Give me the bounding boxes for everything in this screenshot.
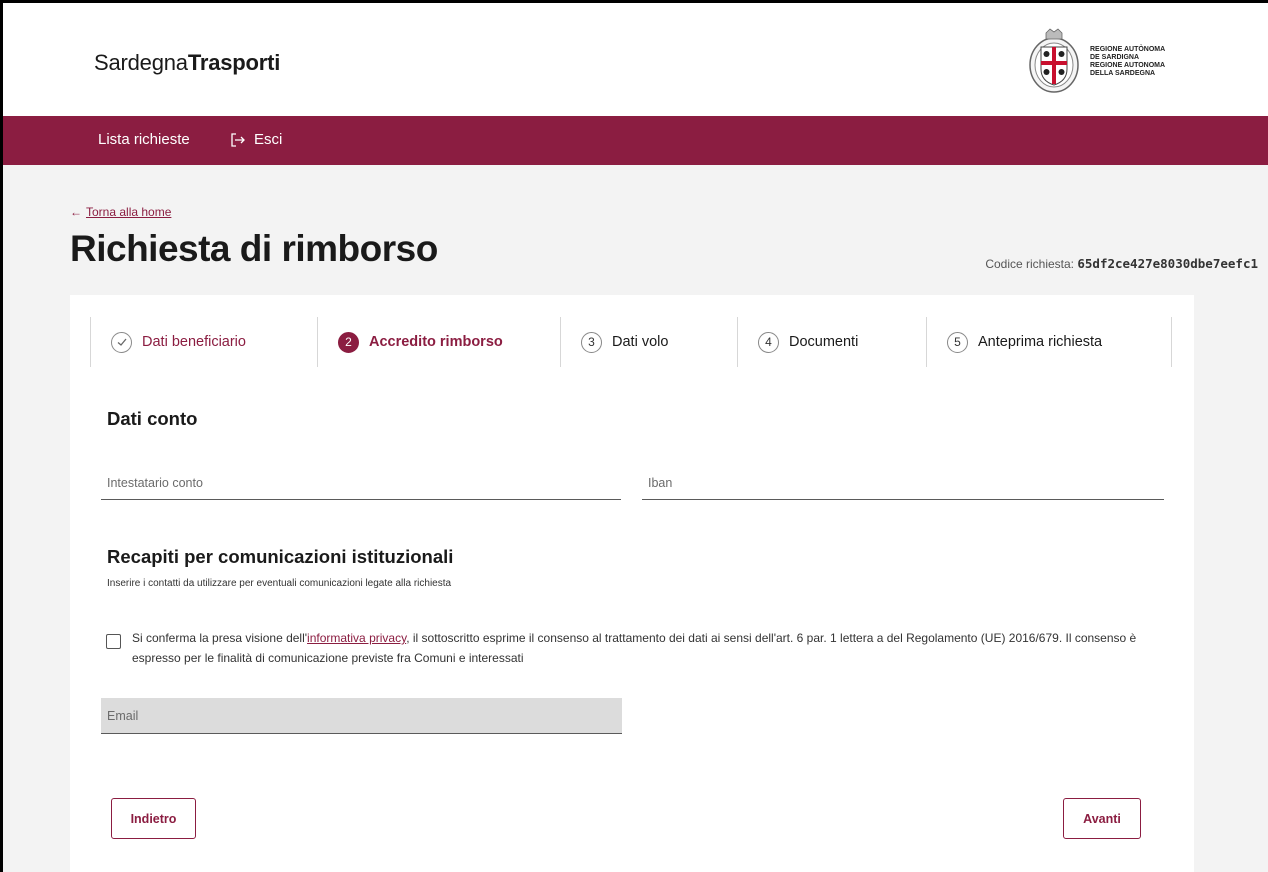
nav-item-label: Esci [254, 131, 283, 148]
step-label: Anteprima richiesta [978, 334, 1103, 350]
region-line: Regione Autonoma [1090, 62, 1166, 69]
region-line: della Sardegna [1090, 70, 1156, 77]
email-field[interactable] [101, 698, 622, 734]
contacts-section-subtitle: Inserire i contatti da utilizzare per ev… [107, 578, 452, 589]
step-label: Accredito rimborso [369, 334, 503, 350]
iban-input[interactable] [642, 466, 1164, 499]
exit-icon [231, 132, 245, 147]
step-documenti[interactable]: 4 Documenti [737, 317, 926, 367]
request-code-value: 65df2ce427e8030dbe7eefc1 [1077, 256, 1258, 271]
region-name: Regione Autònoma de Sardigna Regione Aut… [1090, 46, 1185, 78]
back-home-link[interactable]: ← Torna alla home [70, 205, 171, 219]
region-seal-icon [1029, 28, 1079, 93]
step-accredito-rimborso[interactable]: 2 Accredito rimborso [317, 317, 560, 367]
nav-item-esci[interactable]: Esci [230, 131, 282, 148]
step-dati-volo[interactable]: 3 Dati volo [560, 317, 737, 367]
step-label: Dati beneficiario [142, 334, 246, 350]
stepper: Dati beneficiario 2 Accredito rimborso 3… [90, 317, 1172, 367]
privacy-consent: Si conferma la presa visione dell'inform… [106, 628, 1166, 668]
check-icon [111, 331, 132, 353]
back-button[interactable]: Indietro [111, 798, 196, 839]
request-code: Codice richiesta: 65df2ce427e8030dbe7eef… [985, 256, 1258, 271]
nav-item-label: Lista richieste [98, 131, 190, 148]
site-header: SardegnaTrasporti Regione Autònoma de Sa… [0, 0, 1268, 116]
brand-name-regular: Sardegna [94, 50, 188, 75]
privacy-consent-checkbox[interactable] [106, 634, 121, 649]
step-number: 4 [758, 331, 779, 353]
brand-name-bold: Trasporti [187, 50, 281, 75]
privacy-consent-text: Si conferma la presa visione dell'inform… [132, 628, 1166, 668]
back-home-label: Torna alla home [86, 205, 172, 219]
step-number: 3 [581, 331, 602, 353]
privacy-policy-link[interactable]: informativa privacy [307, 631, 406, 645]
step-dati-beneficiario[interactable]: Dati beneficiario [91, 317, 317, 367]
region-line: de Sardigna [1090, 54, 1140, 61]
step-number: 2 [338, 331, 359, 353]
step-number: 5 [947, 331, 968, 353]
step-label: Documenti [789, 334, 859, 350]
account-section-title: Dati conto [107, 408, 198, 429]
email-input[interactable] [101, 698, 622, 733]
request-code-label: Codice richiesta: [985, 257, 1075, 271]
consent-text-prefix: Si conferma la presa visione dell' [132, 631, 308, 645]
main-nav: Lista richieste Esci [0, 116, 1268, 165]
step-anteprima-richiesta[interactable]: 5 Anteprima richiesta [926, 317, 1172, 367]
step-label: Dati volo [612, 334, 669, 350]
form-card: Dati beneficiario 2 Accredito rimborso 3… [70, 295, 1194, 872]
region-logo: Regione Autònoma de Sardigna Regione Aut… [1028, 24, 1188, 100]
next-button[interactable]: Avanti [1063, 798, 1141, 839]
nav-item-lista-richieste[interactable]: Lista richieste [98, 131, 190, 148]
region-line: Regione Autònoma [1090, 46, 1166, 53]
brand-logo[interactable]: SardegnaTrasporti [94, 50, 280, 76]
account-holder-field[interactable] [101, 466, 621, 500]
arrow-left-icon: ← [70, 205, 82, 219]
page-title: Richiesta di rimborso [70, 228, 438, 269]
iban-field[interactable] [642, 466, 1164, 500]
contacts-section-title: Recapiti per comunicazioni istituzionali [107, 546, 454, 567]
account-holder-input[interactable] [101, 466, 621, 499]
